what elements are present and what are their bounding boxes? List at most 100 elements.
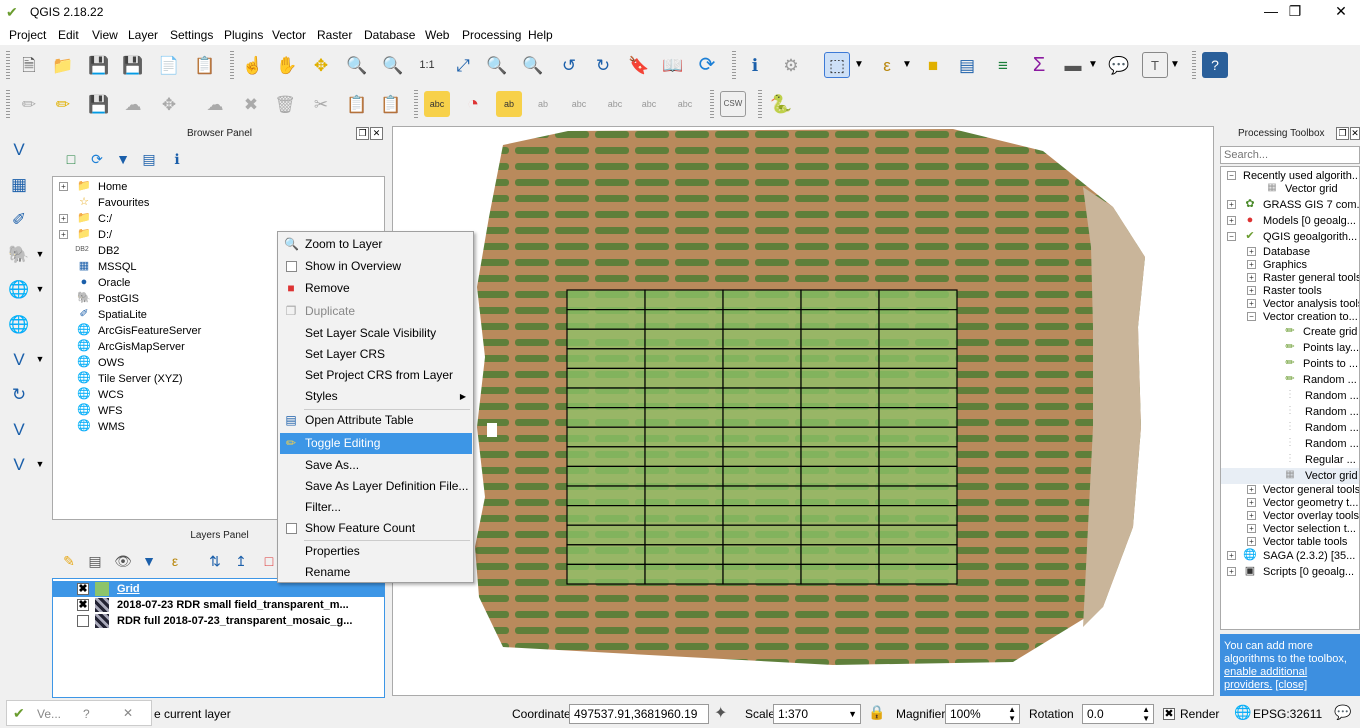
wms-dropdown-icon[interactable]: ▼ <box>34 276 46 302</box>
menu-item-toggle-editing[interactable]: ✏ Toggle Editing <box>280 433 472 454</box>
filter-legend-icon[interactable]: ▼ <box>136 548 162 574</box>
toolbox-provider[interactable]: GRASS GIS 7 com... <box>1263 197 1359 213</box>
grid-cell[interactable] <box>644 544 724 565</box>
magnifier-spinbox[interactable]: 100% ▲ ▼ <box>945 704 1020 724</box>
cut-features-icon[interactable]: ✂ <box>308 91 334 117</box>
grid-cell[interactable] <box>644 563 724 585</box>
menu-database[interactable]: Database <box>364 28 415 42</box>
grid-cell[interactable] <box>800 289 880 311</box>
grid-cell[interactable] <box>800 524 880 546</box>
grid-cell[interactable] <box>722 544 802 565</box>
close-window-button[interactable]: ✕ <box>1318 0 1360 24</box>
browser-item[interactable]: Oracle <box>98 275 130 291</box>
copy-features-icon[interactable]: 📋 <box>344 91 370 117</box>
touch-zoom-icon[interactable]: ☝ <box>240 52 266 78</box>
toolbox-algorithm[interactable]: Random ... <box>1305 388 1359 404</box>
text-annotation-icon[interactable]: T <box>1142 52 1168 78</box>
grid-cell[interactable] <box>566 289 646 311</box>
show-hide-labels-icon[interactable]: abc <box>566 91 592 117</box>
grid-cell[interactable] <box>566 485 646 507</box>
menu-processing[interactable]: Processing <box>462 28 521 42</box>
paste-features-icon[interactable]: 📋 <box>378 91 404 117</box>
grid-cell[interactable] <box>800 485 880 507</box>
toggle-extents-icon[interactable]: ✦ <box>714 703 727 723</box>
menu-item-show-in-overview[interactable]: Show in Overview <box>280 256 472 277</box>
grid-cell[interactable] <box>644 387 724 409</box>
layer-name[interactable]: RDR full 2018-07-23_transparent_mosaic_g… <box>117 613 352 629</box>
maximize-button[interactable]: ❐ <box>1272 0 1318 24</box>
grid-cell[interactable] <box>878 563 958 585</box>
add-virtual-layer-icon[interactable]: ↻ <box>6 381 32 407</box>
grid-cell[interactable] <box>722 563 802 585</box>
menu-help[interactable]: Help <box>528 28 553 42</box>
grid-cell[interactable] <box>566 505 646 526</box>
expand-all-icon[interactable]: ⇅ <box>202 548 228 574</box>
grid-cell[interactable] <box>878 328 958 350</box>
layer-visibility-checkbox[interactable]: ✖ <box>77 599 89 611</box>
grid-cell[interactable] <box>644 367 724 389</box>
browser-item[interactable]: WMS <box>98 419 125 435</box>
new-spatialite-icon[interactable]: V <box>6 451 32 477</box>
add-group-icon[interactable]: ▤ <box>82 548 108 574</box>
map-canvas[interactable] <box>392 126 1214 696</box>
open-project-icon[interactable]: 📁 <box>50 52 76 78</box>
overview-checkbox[interactable] <box>286 261 297 272</box>
rotation-spinbox[interactable]: 0.0 ▲ ▼ <box>1082 704 1154 724</box>
close-toolbox-icon[interactable]: ✕ <box>1350 127 1360 140</box>
toolbox-algorithm[interactable]: Random ... <box>1305 404 1359 420</box>
change-label-icon[interactable]: abc <box>672 91 698 117</box>
menu-edit[interactable]: Edit <box>58 28 79 42</box>
menu-item-save-layer-definition[interactable]: Save As Layer Definition File... <box>280 476 472 497</box>
task-widget[interactable]: ✔ Ve... ? ✕ <box>6 700 152 726</box>
grid-cell[interactable] <box>644 524 724 546</box>
current-edits-icon[interactable]: ✏ <box>16 91 42 117</box>
grid-cell[interactable] <box>566 524 646 546</box>
delete-selected-pen-icon[interactable]: ✖ <box>238 91 264 117</box>
menu-item-remove[interactable]: ■ Remove <box>280 278 472 299</box>
menu-item-show-feature-count[interactable]: Show Feature Count <box>280 518 472 539</box>
menu-project[interactable]: Project <box>9 28 46 42</box>
layer-row[interactable]: ✖ Grid <box>53 581 384 597</box>
zoom-in-icon[interactable]: 🔍 <box>344 52 370 78</box>
close-panel-icon[interactable]: ✕ <box>370 127 383 140</box>
layer-diagram-icon[interactable]: ◔ <box>460 91 486 117</box>
grid-cell[interactable] <box>644 505 724 526</box>
grid-cell[interactable] <box>878 485 958 507</box>
grid-cell[interactable] <box>722 348 802 370</box>
grid-cell[interactable] <box>800 563 880 585</box>
grid-cell[interactable] <box>878 309 958 330</box>
grid-cell[interactable] <box>878 407 958 428</box>
grid-cell[interactable] <box>800 387 880 409</box>
menu-item-set-scale-visibility[interactable]: Set Layer Scale Visibility <box>280 323 472 344</box>
rotation-spin-icon[interactable]: ▲ ▼ <box>1142 705 1150 723</box>
grid-cell[interactable] <box>566 465 646 487</box>
browser-item[interactable]: C:/ <box>98 211 112 227</box>
rotate-label-icon[interactable]: abc <box>636 91 662 117</box>
toolbox-algorithm[interactable]: Create grid <box>1303 324 1357 340</box>
add-feature-icon[interactable]: ☁ <box>120 91 146 117</box>
collapse-all-layers-icon[interactable]: ↥ <box>228 548 254 574</box>
messages-icon[interactable]: 💬 <box>1334 704 1351 721</box>
toolbox-provider[interactable]: QGIS geoalgorith... <box>1263 229 1357 245</box>
task-close-icon[interactable]: ✕ <box>123 706 133 720</box>
browser-item[interactable]: ArcGisMapServer <box>98 339 185 355</box>
wfs-dropdown-icon[interactable]: ▼ <box>34 346 46 372</box>
postgis-dropdown-icon[interactable]: ▼ <box>34 241 46 267</box>
save-project-icon[interactable]: 💾 <box>86 52 112 78</box>
grid-cell[interactable] <box>644 485 724 507</box>
task-help-icon[interactable]: ? <box>83 707 90 721</box>
grid-cell[interactable] <box>800 309 880 330</box>
grid-cell[interactable] <box>800 328 880 350</box>
measure-dropdown-icon[interactable]: ▼ <box>1086 52 1100 78</box>
select-dropdown-icon[interactable]: ▼ <box>852 52 866 78</box>
expression-dropdown-icon[interactable]: ▼ <box>900 52 914 78</box>
lock-scale-icon[interactable]: 🔒 <box>868 704 885 721</box>
grid-cell[interactable] <box>800 348 880 370</box>
browser-item[interactable]: D:/ <box>98 227 112 243</box>
browser-item[interactable]: SpatiaLite <box>98 307 147 323</box>
menu-item-rename[interactable]: Rename <box>280 562 472 583</box>
menu-item-set-layer-crs[interactable]: Set Layer CRS <box>280 344 472 365</box>
filter-by-expression-icon[interactable]: ε <box>162 548 188 574</box>
layer-name[interactable]: Grid <box>117 581 140 597</box>
composer-manager-icon[interactable]: 📋 <box>192 52 218 78</box>
